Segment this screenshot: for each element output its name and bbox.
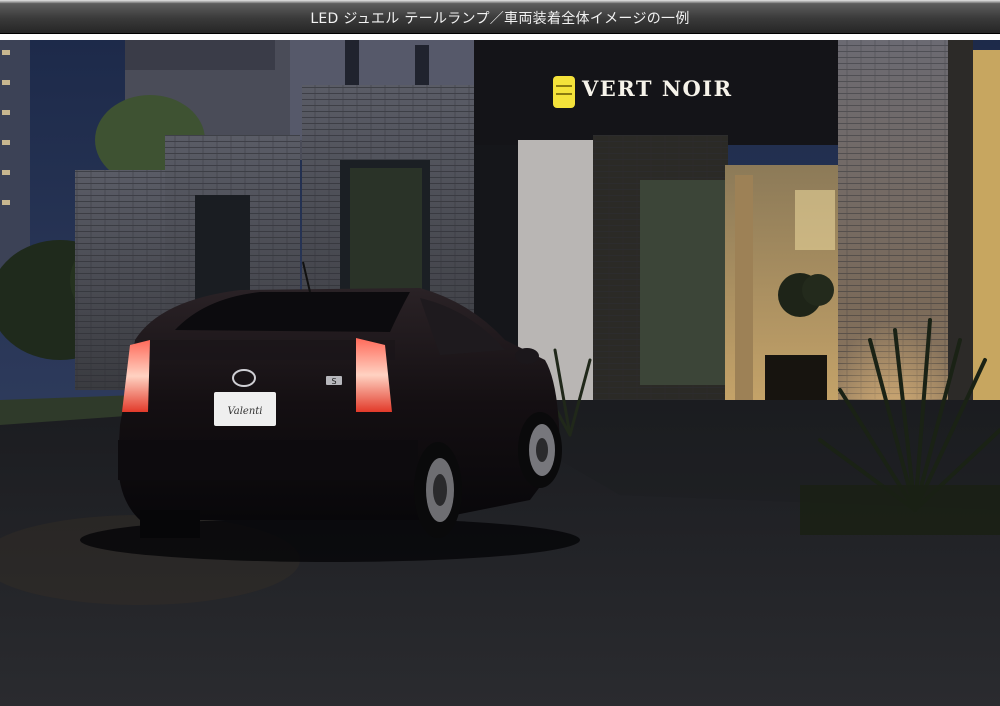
lit-entrance — [725, 165, 840, 425]
sign-text: VERT NOIR — [581, 76, 733, 101]
license-plate-text: Valenti — [227, 406, 262, 417]
car-badge: S — [331, 377, 336, 386]
title-bar-highlight — [0, 0, 1000, 3]
product-photo: VERT NOIR S Valenti — [0, 40, 1000, 706]
page-title: LED ジュエル テールランプ／車両装着全体イメージの一例 — [310, 11, 690, 27]
title-bar: LED ジュエル テールランプ／車両装着全体イメージの一例 — [0, 0, 1000, 34]
page: LED ジュエル テールランプ／車両装着全体イメージの一例 VERT NOIR … — [0, 0, 1000, 706]
background-tower — [0, 40, 30, 270]
photo-scene: VERT NOIR S Valenti — [0, 40, 1000, 706]
